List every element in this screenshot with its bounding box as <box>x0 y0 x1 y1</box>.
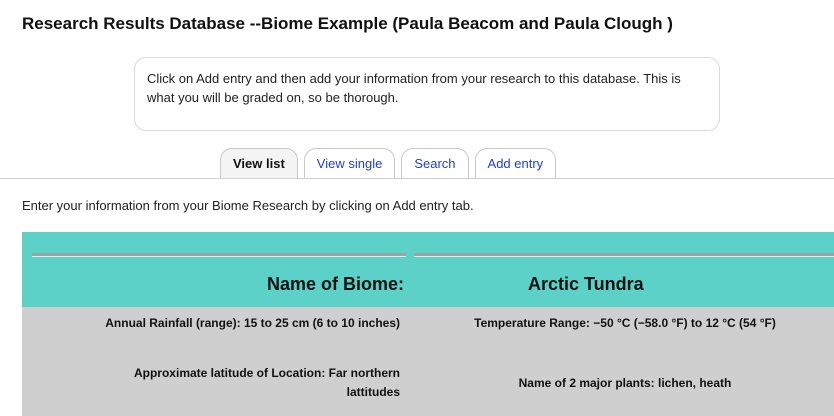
annual-rainfall-field: Annual Rainfall (range): 15 to 25 cm (6 … <box>105 316 400 330</box>
biome-name-label: Name of Biome: <box>266 274 404 294</box>
entry-table: Name of Biome: Arctic Tundra Annual Rain… <box>22 232 834 416</box>
tab-search[interactable]: Search <box>401 148 469 178</box>
temperature-range-field: Temperature Range: −50 °C (−58.0 °F) to … <box>474 316 776 330</box>
biome-name-value: Arctic Tundra <box>528 274 644 294</box>
tab-view-list[interactable]: View list <box>220 148 298 178</box>
latitude-field: Approximate latitude of Location: Far no… <box>133 366 400 399</box>
tab-bar: View list View single Search Add entry <box>220 148 557 178</box>
header-divider-left <box>32 253 406 257</box>
header-divider-right <box>414 253 834 257</box>
tab-view-single[interactable]: View single <box>303 148 396 178</box>
intro-box: Click on Add entry and then add your inf… <box>134 57 720 131</box>
major-plants-field: Name of 2 major plants: lichen, heath <box>518 376 732 390</box>
instruction-text: Enter your information from your Biome R… <box>22 198 474 213</box>
tab-divider <box>0 178 834 179</box>
page-title: Research Results Database --Biome Exampl… <box>22 14 673 33</box>
entry-header-row: Name of Biome: Arctic Tundra <box>22 232 834 307</box>
tab-add-entry[interactable]: Add entry <box>474 148 557 178</box>
